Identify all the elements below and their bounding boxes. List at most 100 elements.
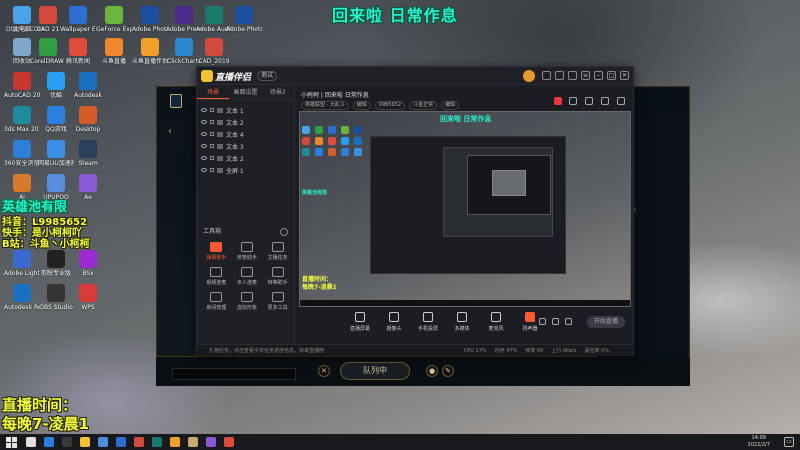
layer-row[interactable]: 文本 1 [197,104,294,116]
tool-item[interactable]: 多人连麦 [232,267,263,286]
qq-icon[interactable] [116,437,126,447]
lock-icon[interactable] [210,144,214,148]
start-live-button[interactable]: 开始直播 [587,316,625,328]
eye-icon[interactable] [201,108,207,112]
room-tag[interactable]: 编辑 [352,101,371,110]
source-button[interactable]: 扬声器 [517,310,543,340]
source-button[interactable]: 手机投屏 [415,310,441,340]
source-button[interactable]: 麦克风 [483,310,509,340]
desktop-icon[interactable]: 网易UU加速器 [38,140,74,167]
lock-icon[interactable] [210,156,214,160]
app-orange-icon[interactable] [224,437,234,447]
desktop-icon[interactable]: OBS Studio [38,284,74,311]
desktop-icon[interactable]: 斗鱼直播 [96,38,132,65]
screenshot-icon[interactable] [585,97,593,105]
effects-icon[interactable] [552,318,559,325]
tab-scene2[interactable]: 场景2 [262,86,294,99]
desktop-icon[interactable]: Steam [70,140,106,167]
room-tag[interactable]: 9985652 [374,101,406,110]
eye-icon[interactable] [201,132,207,136]
desktop-icon[interactable]: Adobe Photosh [132,6,168,33]
lol-taskbar-icon[interactable] [188,437,198,447]
desktop-icon[interactable]: 斗鱼直播伴侣 [132,38,168,65]
close-window-icon[interactable]: ✕ [620,71,629,80]
version-badge[interactable]: 测试 [257,71,278,81]
file-explorer-icon[interactable] [80,437,90,447]
chat-input[interactable] [172,368,296,380]
skin-icon[interactable] [542,71,551,80]
search-icon[interactable] [26,437,36,447]
tool-item[interactable]: 虚拟形象 [232,292,263,311]
room-tag[interactable]: 斗鱼正常 [409,101,438,110]
browser-icon[interactable] [98,437,108,447]
desktop-icon[interactable]: Autodesk [70,72,106,99]
stream-preview[interactable]: 回来啦 日常作息 英雄池有限 直播时间： 每晚7-凌晨1 [299,111,631,307]
eye-icon[interactable] [201,156,207,160]
douyu-taskbar-icon[interactable] [170,437,180,447]
lock-icon[interactable] [210,108,214,112]
mic-icon[interactable]: ● [426,365,438,377]
desktop-icon[interactable]: 腾讯新闻 [60,38,96,65]
layer-row[interactable]: 文本 2 [197,152,294,164]
lock-icon[interactable] [210,120,214,124]
menu-icon[interactable]: ≡ [581,71,590,80]
tool-item[interactable]: 更多工具 [262,292,293,311]
tool-item[interactable]: 房管助手 [232,242,263,261]
gear-icon[interactable] [565,318,572,325]
desktop-icon[interactable]: AutoCAD 2019 [4,72,40,99]
app-purple-icon[interactable] [206,437,216,447]
app-red-icon[interactable] [134,437,144,447]
room-tag[interactable]: 英雄联盟 · 大乱斗 [301,101,349,110]
desktop-icon[interactable]: BSx [70,250,106,277]
desktop-icon[interactable]: Wallpaper Engine [60,6,96,33]
desktop-icon[interactable]: 360安全浏览器 [4,140,40,167]
record-icon[interactable] [554,97,562,105]
desktop-icon[interactable]: GeForce Experience [96,6,132,33]
avatar[interactable] [523,70,535,82]
tool-item[interactable]: 主播任务 [262,242,293,261]
desktop-icon[interactable]: Desktop [70,106,106,133]
eye-icon[interactable] [201,144,207,148]
minimize-icon[interactable]: – [594,71,603,80]
back-arrow-icon[interactable]: ‹ [168,126,172,137]
notification-icon[interactable]: ▭ [784,437,794,447]
close-icon[interactable]: ✕ [318,365,330,377]
source-button[interactable]: 摄像头 [381,310,407,340]
layer-row[interactable]: 文本 4 [197,128,294,140]
app-teal-icon[interactable] [152,437,162,447]
desktop-icon[interactable]: WPS [70,284,106,311]
eye-icon[interactable] [201,120,207,124]
maximize-icon[interactable]: □ [607,71,616,80]
desktop-icon[interactable]: Autodesk ReCap [4,284,40,311]
tool-item[interactable]: 视频连麦 [201,267,232,286]
tool-item[interactable]: 弹幕助手 [201,242,232,261]
lock-icon[interactable] [569,97,577,105]
layer-row[interactable]: 文本 2 [197,116,294,128]
bell-icon[interactable] [601,97,609,105]
desktop-icon[interactable]: 剪映专业版 [38,250,74,277]
lock-icon[interactable] [210,132,214,136]
desktop-icon[interactable]: 优酷 [38,72,74,99]
tab-display[interactable]: 画面设置 [229,86,261,99]
system-clock[interactable]: 14:09 2022/2/7 [748,435,770,449]
tool-item[interactable]: 特等助手 [262,267,293,286]
toolbox-toggle[interactable] [280,228,288,236]
lock-icon[interactable] [210,168,214,172]
tool-item[interactable]: 房间管理 [201,292,232,311]
room-tag[interactable]: 编辑 [441,101,460,110]
windows-start-icon[interactable] [4,435,18,449]
capcut-icon[interactable] [62,437,72,447]
tab-scene[interactable]: 场景 [197,86,230,99]
task-view-icon[interactable] [44,437,54,447]
camera-small-icon[interactable] [539,318,546,325]
share-icon[interactable] [617,97,625,105]
desktop-icon[interactable]: CAD_2019 [196,38,232,65]
desktop-icon[interactable]: Adobe Photosh [226,6,262,33]
queue-button[interactable]: 队列中 [340,362,410,380]
desktop-icon[interactable]: Ae [70,174,106,201]
settings-icon[interactable] [568,71,577,80]
layer-row[interactable]: 全屏 1 [197,164,294,176]
source-button[interactable]: 直播屏幕 [347,310,373,340]
message-icon[interactable] [555,71,564,80]
edit-icon[interactable]: ✎ [442,365,454,377]
